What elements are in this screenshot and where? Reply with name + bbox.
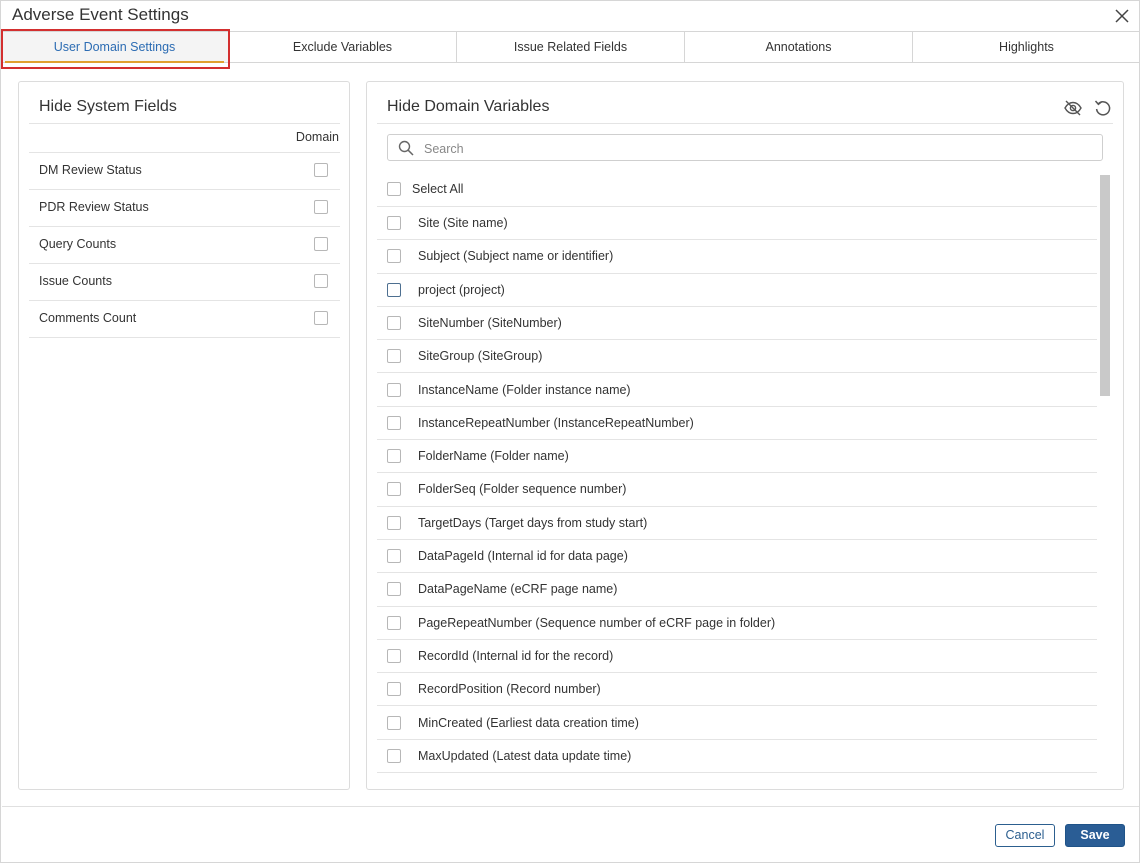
cancel-button[interactable]: Cancel	[995, 824, 1055, 847]
variable-label: FolderSeq (Folder sequence number)	[418, 482, 627, 497]
panel-title: Hide System Fields	[39, 98, 177, 115]
system-field-checkbox[interactable]	[314, 311, 328, 325]
tab-bar: User Domain Settings Exclude Variables I…	[1, 31, 1140, 63]
variable-label: DataPageName (eCRF page name)	[418, 582, 618, 597]
variable-checkbox[interactable]	[387, 582, 401, 597]
search-input[interactable]	[422, 138, 1086, 160]
variable-row: TargetDays (Target days from study start…	[377, 507, 1097, 540]
variable-label: InstanceName (Folder instance name)	[418, 382, 631, 397]
close-icon[interactable]	[1113, 7, 1131, 25]
variable-row: MinCreated (Earliest data creation time)	[377, 707, 1097, 740]
column-header-domain: Domain	[295, 130, 339, 144]
search-icon	[398, 140, 414, 156]
variable-label: MinCreated (Earliest data creation time)	[418, 715, 639, 730]
variable-row: RecordId (Internal id for the record)	[377, 640, 1097, 674]
variable-label: PageRepeatNumber (Sequence number of eCR…	[418, 615, 776, 630]
variable-label: RecordId (Internal id for the record)	[418, 648, 614, 663]
variable-row: project (project)	[377, 274, 1097, 307]
variable-row: SiteNumber (SiteNumber)	[377, 307, 1097, 341]
panel-actions	[1063, 98, 1113, 118]
variable-label: SiteGroup (SiteGroup)	[418, 349, 543, 364]
system-field-label: Query Counts	[39, 237, 117, 251]
system-field-row: Issue Counts	[29, 264, 340, 301]
list-scrollbar[interactable]	[1100, 175, 1110, 396]
select-all-label: Select All	[412, 182, 464, 196]
system-field-label: DM Review Status	[39, 163, 142, 177]
variable-label: FolderName (Folder name)	[418, 449, 569, 464]
system-field-row: Comments Count	[29, 301, 340, 338]
variable-row: DataPageId (Internal id for data page)	[377, 540, 1097, 574]
settings-dialog: Adverse Event Settings User Domain Setti…	[0, 0, 1140, 863]
variable-row: InstanceName (Folder instance name)	[377, 374, 1097, 407]
variable-checkbox[interactable]	[387, 615, 401, 630]
variable-row: Subject (Subject name or identifier)	[377, 240, 1097, 274]
variable-label: TargetDays (Target days from study start…	[418, 515, 648, 530]
variable-row: InstanceRepeatNumber (InstanceRepeatNumb…	[377, 407, 1097, 441]
system-field-row: PDR Review Status	[29, 190, 340, 227]
variable-checkbox[interactable]	[387, 216, 401, 230]
variable-row: FolderName (Folder name)	[377, 440, 1097, 474]
variable-label: MaxUpdated (Latest data update time)	[418, 748, 632, 763]
panel-title: Hide Domain Variables	[387, 98, 550, 115]
variable-label: DataPageId (Internal id for data page)	[418, 549, 628, 563]
variable-checkbox[interactable]	[387, 449, 401, 464]
tab-exclude-variables[interactable]: Exclude Variables	[229, 32, 457, 62]
system-field-checkbox[interactable]	[314, 237, 328, 251]
variable-label: Site (Site name)	[418, 216, 508, 230]
variable-row: Site (Site name)	[377, 207, 1097, 241]
variable-checkbox[interactable]	[387, 415, 401, 430]
save-button[interactable]: Save	[1065, 824, 1125, 847]
system-field-checkbox[interactable]	[314, 200, 328, 214]
tab-highlights[interactable]: Highlights	[913, 32, 1140, 62]
select-all-row: Select All	[377, 174, 1097, 207]
variable-checkbox[interactable]	[387, 682, 401, 697]
variable-row: SiteGroup (SiteGroup)	[377, 340, 1097, 374]
select-all-checkbox[interactable]	[387, 182, 401, 196]
hide-system-fields-panel: Hide System Fields Domain DM Review Stat…	[18, 81, 350, 790]
reset-icon[interactable]	[1093, 98, 1113, 118]
system-field-label: Issue Counts	[39, 274, 112, 288]
divider	[377, 123, 1113, 124]
variable-checkbox[interactable]	[387, 748, 401, 763]
divider	[29, 123, 340, 124]
system-field-row: DM Review Status	[29, 153, 340, 190]
variable-checkbox[interactable]	[387, 349, 401, 364]
system-field-label: PDR Review Status	[39, 200, 149, 214]
variable-label: InstanceRepeatNumber (InstanceRepeatNumb…	[418, 415, 694, 430]
hide-domain-variables-panel: Hide Domain Variables Search Select All …	[366, 81, 1124, 790]
variable-label: project (project)	[418, 282, 505, 297]
system-field-checkbox[interactable]	[314, 274, 328, 288]
dialog-title: Adverse Event Settings	[12, 5, 189, 24]
system-field-checkbox[interactable]	[314, 163, 328, 177]
variable-list: Select All Site (Site name) Subject (Sub…	[377, 174, 1097, 776]
variable-checkbox[interactable]	[387, 315, 401, 330]
variable-row: DataPageName (eCRF page name)	[377, 573, 1097, 607]
variable-label: Subject (Subject name or identifier)	[418, 249, 614, 264]
variable-row: MaxUpdated (Latest data update time)	[377, 740, 1097, 774]
eye-off-icon[interactable]	[1063, 98, 1083, 118]
tab-issue-related-fields[interactable]: Issue Related Fields	[457, 32, 685, 62]
variable-checkbox[interactable]	[387, 282, 401, 297]
variable-checkbox[interactable]	[387, 249, 401, 264]
variable-checkbox[interactable]	[387, 549, 401, 563]
variable-label: RecordPosition (Record number)	[418, 682, 601, 697]
variable-checkbox[interactable]	[387, 715, 401, 730]
variable-checkbox[interactable]	[387, 648, 401, 663]
footer-divider	[2, 806, 1139, 807]
variable-checkbox[interactable]	[387, 482, 401, 497]
tab-user-domain-settings[interactable]: User Domain Settings	[1, 32, 229, 63]
variable-row: RecordPosition (Record number)	[377, 673, 1097, 707]
variable-checkbox[interactable]	[387, 382, 401, 397]
variable-label: SiteNumber (SiteNumber)	[418, 315, 562, 330]
variable-checkbox[interactable]	[387, 515, 401, 530]
system-field-row: Query Counts	[29, 227, 340, 264]
system-field-label: Comments Count	[39, 311, 137, 325]
variable-row: PageRepeatNumber (Sequence number of eCR…	[377, 607, 1097, 640]
tab-annotations[interactable]: Annotations	[685, 32, 913, 62]
variable-row: FolderSeq (Folder sequence number)	[377, 473, 1097, 507]
search-box	[387, 134, 1103, 161]
